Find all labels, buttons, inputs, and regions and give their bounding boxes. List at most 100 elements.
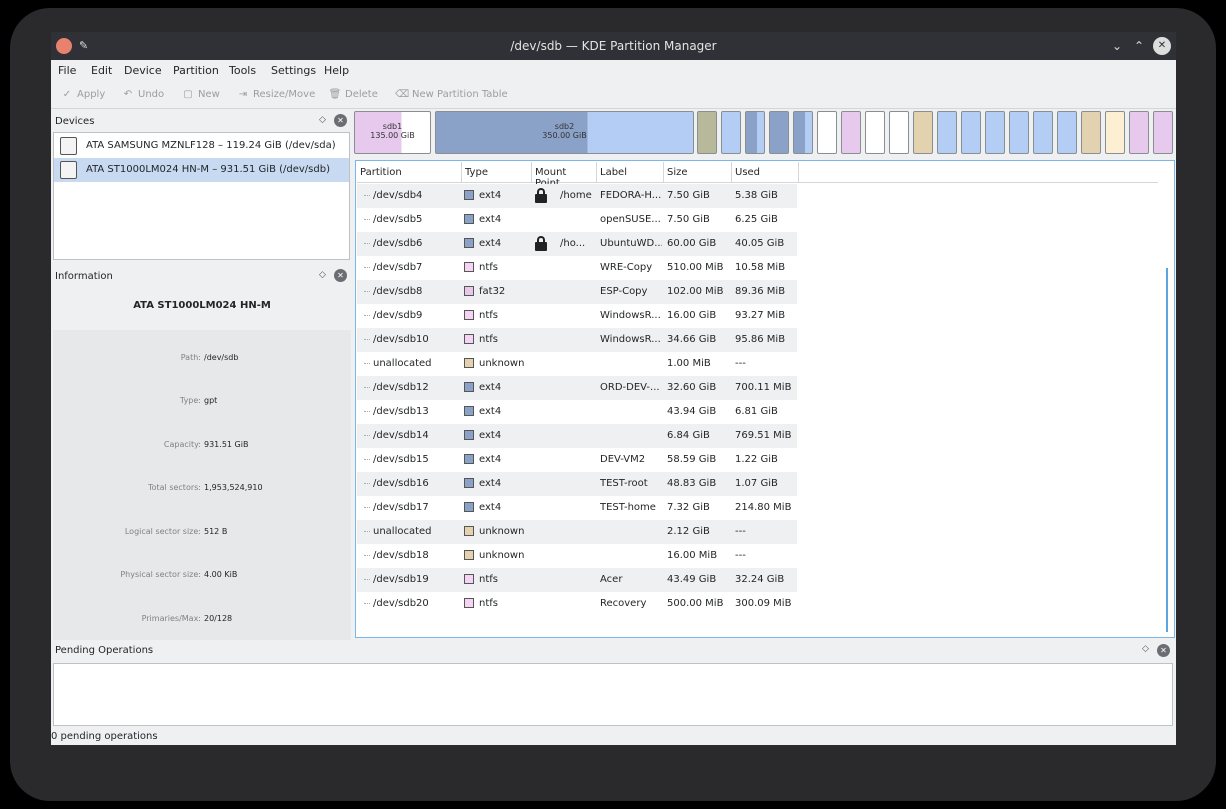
partition-segment[interactable] <box>1033 111 1053 154</box>
menu-help[interactable]: Help <box>324 64 349 77</box>
fs-color-swatch <box>464 286 474 296</box>
menu-tools[interactable]: Tools <box>229 64 256 77</box>
undo-button[interactable]: ↶ Undo <box>121 89 164 100</box>
maximize-icon[interactable]: ⌃ <box>1130 37 1148 55</box>
new-partition-table-button[interactable]: ⌫ New Partition Table <box>395 89 508 100</box>
partition-segment[interactable] <box>1153 111 1173 154</box>
scrollbar[interactable] <box>1166 268 1168 632</box>
partition-segment[interactable] <box>1009 111 1029 154</box>
partition-segment[interactable] <box>1057 111 1077 154</box>
partition-segment[interactable] <box>937 111 957 154</box>
column-partition[interactable]: Partition <box>357 162 462 183</box>
partition-segment[interactable] <box>697 111 717 154</box>
cell-mount-point: /home <box>560 190 592 201</box>
menu-file[interactable]: File <box>58 64 76 77</box>
tree-branch <box>364 387 370 388</box>
partition-segment-sdb1[interactable]: sdb1 135.00 GiB <box>354 111 431 154</box>
partition-segment[interactable] <box>1105 111 1125 154</box>
segment-size: 135.00 GiB <box>370 131 415 140</box>
table-row[interactable]: /dev/sdb15 ext4 DEV-VM2 58.59 GiB 1.22 GiB <box>357 448 797 472</box>
partition-segment[interactable] <box>961 111 981 154</box>
close-icon[interactable]: ✕ <box>1153 37 1171 55</box>
apply-button[interactable]: ✓ Apply <box>60 89 105 100</box>
info-value: 4.00 KiB <box>204 570 238 579</box>
table-row[interactable]: /dev/sdb17 ext4 TEST-home 7.32 GiB 214.80 Mi… <box>357 496 797 520</box>
cell-type: ext4 <box>479 382 502 393</box>
title-bar[interactable]: ✎ /dev/sdb — KDE Partition Manager ⌄ ⌃ ✕ <box>51 32 1176 60</box>
cell-partition: /dev/sdb20 <box>373 598 429 609</box>
table-row[interactable]: /dev/sdb8 fat32 ESP-Copy 102.00 MiB 89.36 Mi… <box>357 280 797 304</box>
partition-segment[interactable] <box>985 111 1005 154</box>
cell-size: 48.83 GiB <box>667 478 717 489</box>
cell-type: ntfs <box>479 262 498 273</box>
cell-type: unknown <box>479 358 525 369</box>
column-used[interactable]: Used <box>732 162 799 183</box>
partition-segment[interactable] <box>865 111 885 154</box>
cell-size: 34.66 GiB <box>667 334 717 345</box>
cell-partition: /dev/sdb6 <box>373 238 423 249</box>
column-mount-point[interactable]: Mount Point <box>532 162 597 189</box>
table-row[interactable]: /dev/sdb9 ntfs WindowsR... 16.00 GiB 93.27 M… <box>357 304 797 328</box>
partition-segment[interactable] <box>721 111 741 154</box>
menu-partition[interactable]: Partition <box>173 64 219 77</box>
device-item-sdb[interactable]: ATA ST1000LM024 HN-M – 931.51 GiB (/dev/… <box>54 158 349 182</box>
table-row[interactable]: /dev/sdb12 ext4 ORD-DEV-... 32.60 GiB 700.11… <box>357 376 797 400</box>
table-row[interactable]: /dev/sdb10 ntfs WindowsR... 34.66 GiB 95.86 … <box>357 328 797 352</box>
column-label[interactable]: Label <box>597 162 664 183</box>
partition-segment[interactable] <box>889 111 909 154</box>
table-row[interactable]: unallocated unknown 1.00 MiB --- <box>357 352 797 376</box>
lock-icon <box>535 236 547 251</box>
table-row[interactable]: /dev/sdb13 ext4 43.94 GiB 6.81 GiB <box>357 400 797 424</box>
partition-segment[interactable] <box>793 111 813 154</box>
table-row[interactable]: /dev/sdb4 ext4/home FEDORA-H... 7.50 GiB 5.3… <box>357 184 797 208</box>
menu-device[interactable]: Device <box>124 64 162 77</box>
dock-close-icon[interactable]: ✕ <box>334 114 347 127</box>
cell-type: ext4 <box>479 430 502 441</box>
table-row[interactable]: /dev/sdb7 ntfs WRE-Copy 510.00 MiB 10.58 MiB <box>357 256 797 280</box>
minimize-icon[interactable]: ⌄ <box>1108 37 1126 55</box>
column-type[interactable]: Type <box>462 162 532 183</box>
dock-close-icon[interactable]: ✕ <box>334 269 347 282</box>
partition-segment[interactable] <box>1129 111 1149 154</box>
cell-size: 43.49 GiB <box>667 574 717 585</box>
cell-label: WRE-Copy <box>600 262 653 273</box>
cell-partition: /dev/sdb4 <box>373 190 423 201</box>
column-size[interactable]: Size <box>664 162 732 183</box>
table-row[interactable]: /dev/sdb14 ext4 6.84 GiB 769.51 MiB <box>357 424 797 448</box>
tree-branch <box>364 315 370 316</box>
partition-segment-sdb2[interactable]: sdb2 350.00 GiB <box>435 111 694 154</box>
table-row[interactable]: /dev/sdb6 ext4/ho... UbuntuWD... 60.00 GiB 4… <box>357 232 797 256</box>
fs-color-swatch <box>464 214 474 224</box>
cell-size: 16.00 GiB <box>667 310 717 321</box>
delete-button[interactable]: 🗑 Delete <box>328 89 378 100</box>
table-row[interactable]: /dev/sdb18 unknown 16.00 MiB --- <box>357 544 797 568</box>
float-icon[interactable]: ◇ <box>319 115 326 125</box>
menu-settings[interactable]: Settings <box>271 64 316 77</box>
new-button[interactable]: ▢ New <box>181 89 220 100</box>
float-icon[interactable]: ◇ <box>319 270 326 280</box>
cell-size: 500.00 MiB <box>667 598 724 609</box>
table-row[interactable]: /dev/sdb16 ext4 TEST-root 48.83 GiB 1.07 GiB <box>357 472 797 496</box>
cell-size: 43.94 GiB <box>667 406 717 417</box>
cell-used: 6.25 GiB <box>735 214 778 225</box>
device-item-sda[interactable]: ATA SAMSUNG MZNLF128 – 119.24 GiB (/dev/… <box>54 134 349 158</box>
table-row[interactable]: /dev/sdb20 ntfs Recovery 500.00 MiB 300.09 M… <box>357 592 797 616</box>
apply-label: Apply <box>77 89 106 100</box>
partition-segment[interactable] <box>841 111 861 154</box>
partition-segment[interactable] <box>1081 111 1101 154</box>
cell-used: 40.05 GiB <box>735 238 785 249</box>
partition-segment[interactable] <box>817 111 837 154</box>
table-row[interactable]: /dev/sdb5 ext4 openSUSE... 7.50 GiB 6.25 GiB <box>357 208 797 232</box>
partition-segment[interactable] <box>769 111 789 154</box>
undo-label: Undo <box>138 89 165 100</box>
table-row[interactable]: /dev/sdb19 ntfs Acer 43.49 GiB 32.24 GiB <box>357 568 797 592</box>
partition-segment[interactable] <box>745 111 765 154</box>
cell-type: ntfs <box>479 598 498 609</box>
dock-close-icon[interactable]: ✕ <box>1157 644 1170 657</box>
menu-edit[interactable]: Edit <box>91 64 112 77</box>
float-icon[interactable]: ◇ <box>1142 644 1149 654</box>
tree-branch <box>364 219 370 220</box>
partition-segment[interactable] <box>913 111 933 154</box>
table-row[interactable]: unallocated unknown 2.12 GiB --- <box>357 520 797 544</box>
resize-move-button[interactable]: ⇥ Resize/Move <box>236 89 315 100</box>
